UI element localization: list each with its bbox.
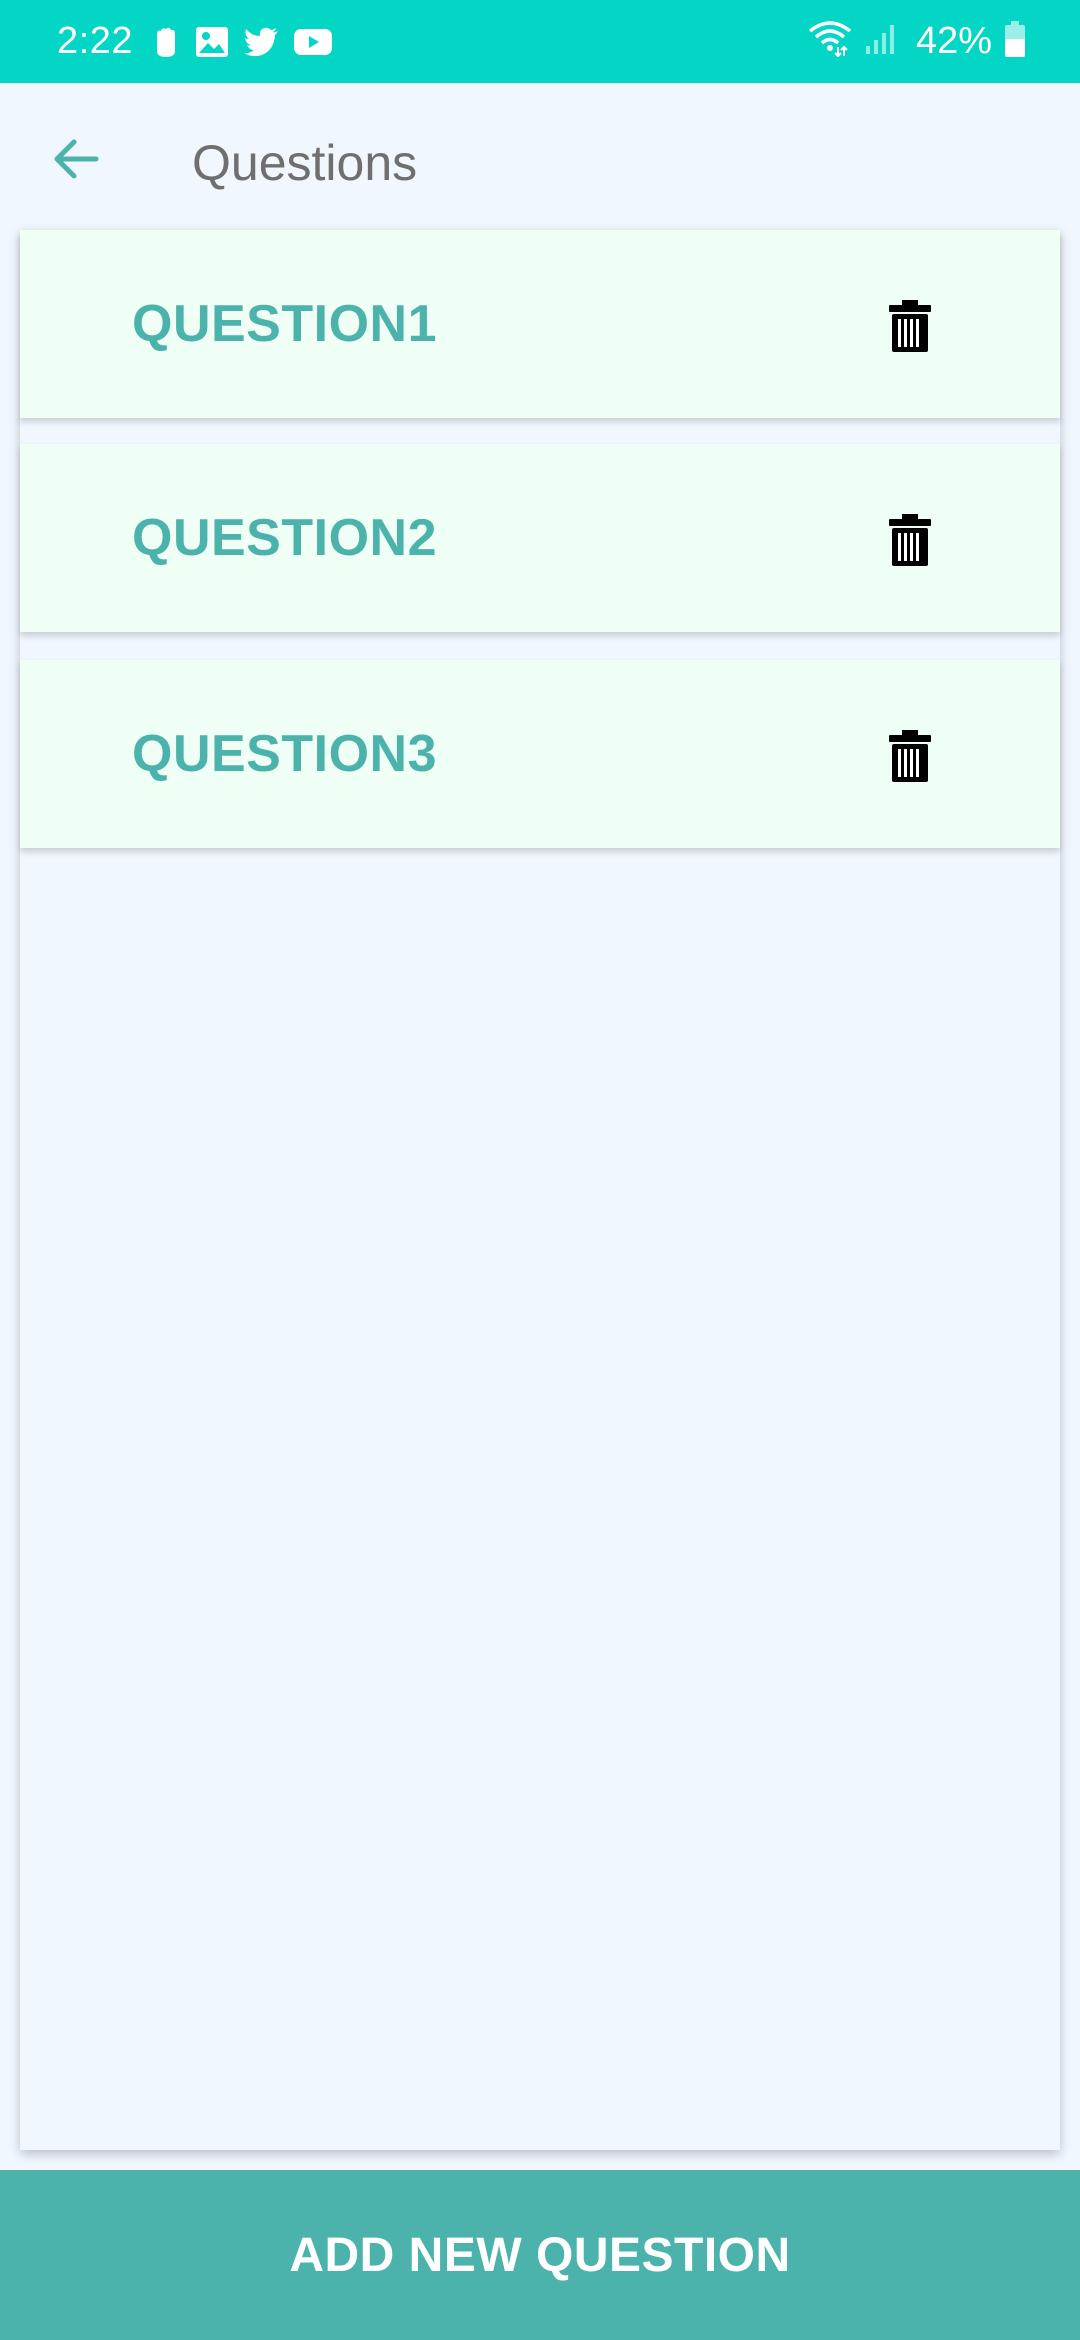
page-title: Questions bbox=[192, 135, 418, 191]
question-card[interactable]: QUESTION2 bbox=[20, 444, 1060, 632]
question-label: QUESTION3 bbox=[132, 725, 437, 783]
question-label: QUESTION2 bbox=[132, 509, 437, 567]
trash-icon bbox=[887, 513, 933, 572]
battery-percent: 42% bbox=[915, 20, 992, 62]
twitter-icon bbox=[243, 27, 279, 57]
delete-question-button[interactable] bbox=[870, 288, 950, 368]
gallery-icon bbox=[195, 26, 229, 58]
status-bar-left: 2:22 bbox=[57, 0, 333, 83]
status-time: 2:22 bbox=[57, 20, 133, 62]
trash-icon bbox=[887, 729, 933, 788]
battery-icon bbox=[1004, 20, 1026, 63]
question-card[interactable]: QUESTION3 bbox=[20, 660, 1060, 848]
status-bar-right: 42% bbox=[808, 0, 1026, 83]
add-new-question-label: ADD NEW QUESTION bbox=[289, 2228, 791, 2282]
arrow-left-icon bbox=[52, 137, 100, 186]
question-list: QUESTION1 QUESTION2 QUESTION3 bbox=[20, 230, 1060, 2150]
trash-icon bbox=[887, 299, 933, 358]
status-bar: 2:22 42% bbox=[0, 0, 1080, 83]
delete-question-button[interactable] bbox=[870, 502, 950, 582]
youtube-icon bbox=[293, 27, 333, 57]
add-new-question-button[interactable]: ADD NEW QUESTION bbox=[0, 2170, 1080, 2340]
app-bar: Questions bbox=[0, 83, 1080, 231]
wifi-icon bbox=[808, 21, 852, 62]
back-button[interactable] bbox=[40, 125, 112, 197]
notification-icons bbox=[151, 25, 333, 59]
question-label: QUESTION1 bbox=[132, 295, 437, 353]
signal-icon bbox=[864, 22, 898, 61]
app-notification-icon bbox=[151, 25, 181, 59]
question-card[interactable]: QUESTION1 bbox=[20, 230, 1060, 418]
delete-question-button[interactable] bbox=[870, 718, 950, 798]
